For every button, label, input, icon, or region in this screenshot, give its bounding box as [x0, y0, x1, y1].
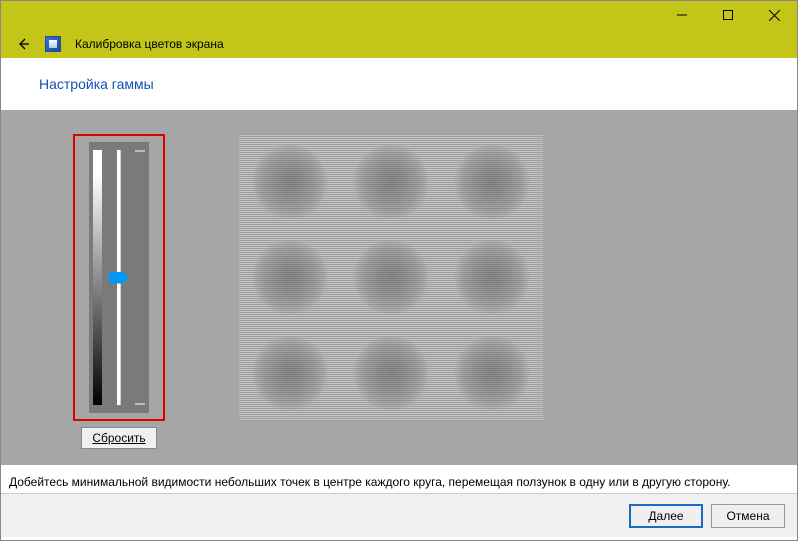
back-button[interactable]	[15, 36, 31, 52]
gamma-dot	[253, 336, 327, 410]
gamma-dot	[455, 145, 529, 219]
maximize-button[interactable]	[705, 1, 751, 29]
gamma-dot	[253, 240, 327, 314]
titlebar: Калибровка цветов экрана	[1, 1, 797, 58]
gamma-test-pattern	[239, 134, 543, 421]
window-title: Калибровка цветов экрана	[75, 37, 224, 51]
titlebar-nav: Калибровка цветов экрана	[1, 29, 797, 58]
gamma-dot	[455, 336, 529, 410]
slider-tick-bottom	[135, 403, 145, 405]
gamma-slider-frame	[73, 134, 165, 421]
heading-area: Настройка гаммы	[1, 58, 797, 110]
gamma-slider-column: Сбросить	[73, 134, 165, 449]
gamma-dot	[455, 240, 529, 314]
instruction-text: Добейтесь минимальной видимости небольши…	[1, 465, 797, 493]
gamma-dot	[354, 240, 428, 314]
next-button[interactable]: Далее	[629, 504, 703, 528]
reset-button[interactable]: Сбросить	[81, 427, 156, 449]
gamma-dot	[354, 336, 428, 410]
gamma-dot	[354, 145, 428, 219]
cancel-button[interactable]: Отмена	[711, 504, 785, 528]
footer-bar: Далее Отмена	[1, 493, 797, 537]
window-controls	[1, 1, 797, 29]
slider-tick-top	[135, 150, 145, 152]
gamma-slider[interactable]	[89, 142, 149, 413]
gamma-dot	[253, 145, 327, 219]
minimize-button[interactable]	[659, 1, 705, 29]
content-area: Сбросить	[1, 110, 797, 465]
gradient-strip	[93, 150, 102, 405]
slider-thumb[interactable]	[109, 272, 129, 284]
app-icon	[45, 36, 61, 52]
page-title: Настройка гаммы	[39, 76, 797, 92]
close-button[interactable]	[751, 1, 797, 29]
